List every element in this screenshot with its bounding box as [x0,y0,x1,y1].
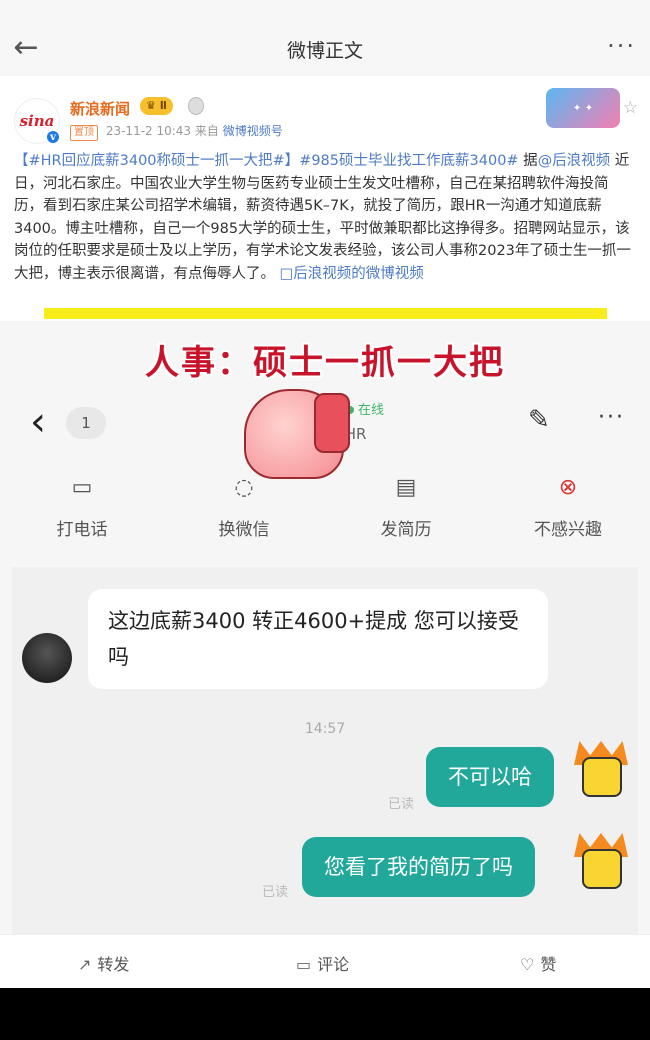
pinned-tag: 置顶 [70,125,98,141]
decoration-sticker-icon[interactable]: ✦ ✦ [546,88,620,128]
action-resume: ▤ 发简历 [356,471,456,540]
verified-icon: v [45,129,61,145]
avatar-face [582,757,622,797]
post-from: 来自 [194,124,219,138]
comment-button[interactable]: ▭ 评论 [296,951,349,975]
thumbs-up-icon: ♡ [520,955,535,974]
weibo-post: sina v 新浪新闻 ♛ Ⅱ 置顶 23-11-2 10:43 来自 微博视频… [0,76,650,934]
post-body: 【#HR回应底薪3400称硕士一抓一大把#】#985硕士毕业找工作底薪3400#… [14,150,636,285]
vip-badge[interactable]: ♛ Ⅱ [140,97,173,115]
my-avatar-2 [574,833,628,893]
unread-count-badge: 1 [66,407,106,439]
post-source-link[interactable]: 微博视频号 [223,124,283,138]
like-label: 赞 [540,955,557,974]
body-ju: 据 [518,153,538,169]
action-not-interested: ⊗ 不感兴趣 [518,471,618,540]
top-nav-bar: ← 微博正文 ··· [0,0,650,76]
repost-button[interactable]: ↗ 转发 [78,951,129,975]
avatar-face-2 [582,849,622,889]
chevron-left-icon: ‹ [30,399,46,445]
hr-message-bubble: 这边底薪3400 转正4600+提成 您可以接受吗 [88,589,548,689]
hr-avatar [22,633,72,683]
action-resume-label: 发简历 [380,520,432,540]
yellow-highlight-bar [44,308,607,319]
not-interested-icon: ⊗ [558,475,578,500]
online-status: 在线 [346,399,384,418]
repost-icon: ↗ [78,955,92,974]
resume-icon: ▤ [395,475,417,500]
comment-icon: ▭ [296,955,312,974]
avatar-logo-text: sina [19,112,55,130]
mention-link[interactable]: @后浪视频 [538,153,611,169]
body-main-text: 近日，河北石家庄。中国农业大学生物与医药专业硕士生发文吐槽称，自己在某招聘软件海… [14,153,631,282]
chat-action-row: ▭ 打电话 ◌ 换微信 ▤ 发简历 ⊗ 不感兴趣 [0,471,650,551]
action-call: ▭ 打电话 [32,471,132,540]
action-wechat-label: 换微信 [218,520,270,540]
my-message-bubble: 不可以哈 [426,747,554,807]
action-wechat: ◌ 换微信 [194,471,294,540]
action-call-label: 打电话 [56,520,108,540]
page-title: 微博正文 [286,40,363,62]
chat-more-icon: ··· [598,405,625,430]
read-status-2: 已读 [262,885,289,900]
my-message-bubble-2: 您看了我的简历了吗 [302,837,535,897]
like-button[interactable]: ♡ 赞 [520,951,556,975]
post-action-footer: ↗ 转发 ▭ 评论 ♡ 赞 [0,934,650,988]
post-meta: 置顶 23-11-2 10:43 来自 微博视频号 [70,122,283,141]
bottom-black-bar [0,988,650,1040]
topic-link[interactable]: 【#HR回应底薪3400称硕士一抓一大把#】 [14,153,299,169]
more-options-icon[interactable]: ··· [607,32,636,60]
chat-timestamp: 14:57 [304,721,346,737]
video-link[interactable]: □后浪视频的微博视频 [280,266,424,282]
repost-label: 转发 [97,955,130,974]
medal-icon[interactable] [188,97,204,115]
sticker-cuff [314,393,350,453]
screenshot-headline: 人事：硕士一抓一大把 [145,343,505,383]
wechat-icon: ◌ [234,475,254,500]
embedded-screenshot[interactable]: 人事：硕士一抓一大把 ‹ 1 在线 ·HR ✎ ··· ▭ 打电话 ◌ 换微信 … [0,321,650,934]
chat-message-area: 这边底薪3400 转正4600+提成 您可以接受吗 14:57 已读 不可以哈 … [12,567,638,934]
author-name[interactable]: 新浪新闻 [70,98,130,119]
action-not-interested-label: 不感兴趣 [534,520,602,540]
topic-link-2[interactable]: #985硕士毕业找工作底薪3400# [299,153,518,169]
comment-label: 评论 [317,955,350,974]
post-time: 23-11-2 10:43 [105,124,192,138]
edit-icon: ✎ [528,405,550,435]
phone-icon: ▭ [71,475,93,500]
thumbs-down-sticker [244,389,350,479]
my-avatar [574,741,628,801]
read-status: 已读 [388,797,415,812]
author-avatar[interactable]: sina v [14,98,61,145]
star-icon[interactable]: ☆ [623,98,638,118]
